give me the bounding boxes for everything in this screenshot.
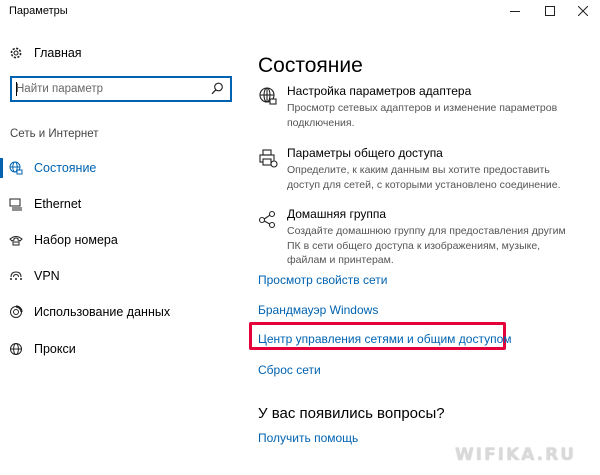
sidebar-item-label: VPN: [34, 269, 60, 283]
sidebar-section-label: Сеть и Интернет: [10, 128, 99, 140]
maximize-icon: [545, 6, 555, 16]
globe-status-icon: [9, 161, 23, 175]
page-title: Состояние: [258, 54, 363, 78]
homegroup-block[interactable]: Домашняя группа Создайте домашнюю группу…: [258, 207, 588, 267]
vpn-icon: [9, 269, 23, 283]
network-sharing-center-link[interactable]: Центр управления сетями и общим доступом: [258, 332, 512, 346]
gear-icon: [9, 46, 23, 60]
watermark: WIFIKA.RU: [455, 445, 577, 465]
close-button[interactable]: [566, 0, 600, 22]
printer-share-icon: [258, 148, 278, 168]
globe-icon: [258, 86, 278, 106]
sidebar-item-label: Использование данных: [34, 305, 171, 319]
block-title: Настройка параметров адаптера: [287, 84, 472, 98]
block-title: Параметры общего доступа: [287, 146, 443, 160]
sidebar-item-label: Набор номера: [34, 233, 118, 247]
sidebar-item-data-usage[interactable]: Использование данных: [0, 297, 240, 327]
view-network-properties-link[interactable]: Просмотр свойств сети: [258, 273, 387, 287]
questions-heading: У вас появились вопросы?: [258, 405, 445, 422]
sidebar-item-home[interactable]: Главная: [0, 38, 240, 68]
sharing-options-block[interactable]: Параметры общего доступа Определите, к к…: [258, 146, 588, 196]
minimize-icon: [510, 11, 520, 12]
title-bar: Параметры: [0, 0, 600, 22]
sidebar-item-label: Состояние: [34, 161, 97, 175]
search-icon[interactable]: [211, 82, 224, 100]
proxy-globe-icon: [9, 342, 23, 356]
adapter-settings-block[interactable]: Настройка параметров адаптера Просмотр с…: [258, 84, 588, 134]
close-icon: [578, 6, 588, 16]
sidebar-item-vpn[interactable]: VPN: [0, 261, 240, 291]
minimize-button[interactable]: [498, 0, 532, 22]
sidebar-item-label: Ethernet: [34, 197, 82, 211]
sidebar-item-label: Прокси: [34, 342, 76, 356]
ethernet-icon: [9, 197, 23, 211]
search-input[interactable]: [16, 81, 186, 97]
sidebar-item-status[interactable]: Состояние: [0, 153, 240, 183]
search-box[interactable]: [10, 76, 232, 102]
maximize-button[interactable]: [533, 0, 567, 22]
block-description: Просмотр сетевых адаптеров и изменение п…: [287, 102, 558, 129]
windows-firewall-link[interactable]: Брандмауэр Windows: [258, 303, 378, 317]
sidebar-item-dialup[interactable]: Набор номера: [0, 225, 240, 255]
homegroup-icon: [258, 209, 278, 229]
sidebar-item-ethernet[interactable]: Ethernet: [0, 189, 240, 219]
block-title: Домашняя группа: [287, 207, 387, 221]
block-description: Определите, к каким данным вы хотите пре…: [287, 164, 561, 191]
get-help-link[interactable]: Получить помощь: [258, 431, 358, 445]
data-usage-icon: [9, 305, 23, 319]
window-title: Параметры: [9, 5, 68, 17]
sidebar-item-proxy[interactable]: Прокси: [0, 334, 240, 364]
sidebar-home-label: Главная: [34, 46, 82, 60]
block-description: Создайте домашнюю группу для предоставле…: [287, 225, 566, 266]
dialup-icon: [9, 233, 23, 247]
network-reset-link[interactable]: Сброс сети: [258, 363, 321, 377]
